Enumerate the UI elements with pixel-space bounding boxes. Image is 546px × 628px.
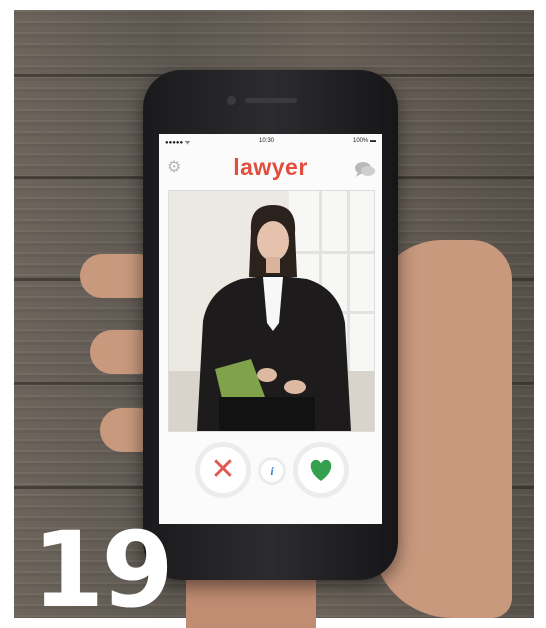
app-header: ⚙ lawyer — [159, 150, 382, 186]
profile-photo[interactable] — [168, 190, 375, 432]
info-icon: i — [270, 464, 274, 478]
phone-screen: ●●●●● ᯤ 10:30 100% ▬ ⚙ lawyer ✕ i — [159, 134, 382, 524]
status-bar: ●●●●● ᯤ 10:30 100% ▬ — [159, 138, 382, 148]
carrier-signal: ●●●●● ᯤ — [165, 140, 191, 146]
phone-camera — [227, 96, 236, 105]
like-button[interactable] — [293, 442, 349, 498]
close-icon: ✕ — [210, 453, 236, 486]
dislike-button[interactable]: ✕ — [195, 442, 251, 498]
phone-speaker — [245, 98, 297, 103]
smartphone: ●●●●● ᯤ 10:30 100% ▬ ⚙ lawyer ✕ i — [143, 70, 398, 580]
battery-indicator: 100% ▬ — [352, 138, 376, 144]
chat-bubbles-icon[interactable] — [354, 160, 376, 183]
lawyer-portrait — [169, 191, 374, 431]
photo-scene: ●●●●● ᯤ 10:30 100% ▬ ⚙ lawyer ✕ i 19 — [0, 0, 546, 628]
info-button[interactable]: i — [258, 457, 286, 485]
heart-icon — [310, 459, 332, 481]
issue-number: 19 — [32, 509, 174, 628]
swipe-actions: ✕ i — [159, 434, 382, 504]
status-time: 10:30 — [259, 138, 275, 144]
app-logo: lawyer — [233, 154, 308, 180]
